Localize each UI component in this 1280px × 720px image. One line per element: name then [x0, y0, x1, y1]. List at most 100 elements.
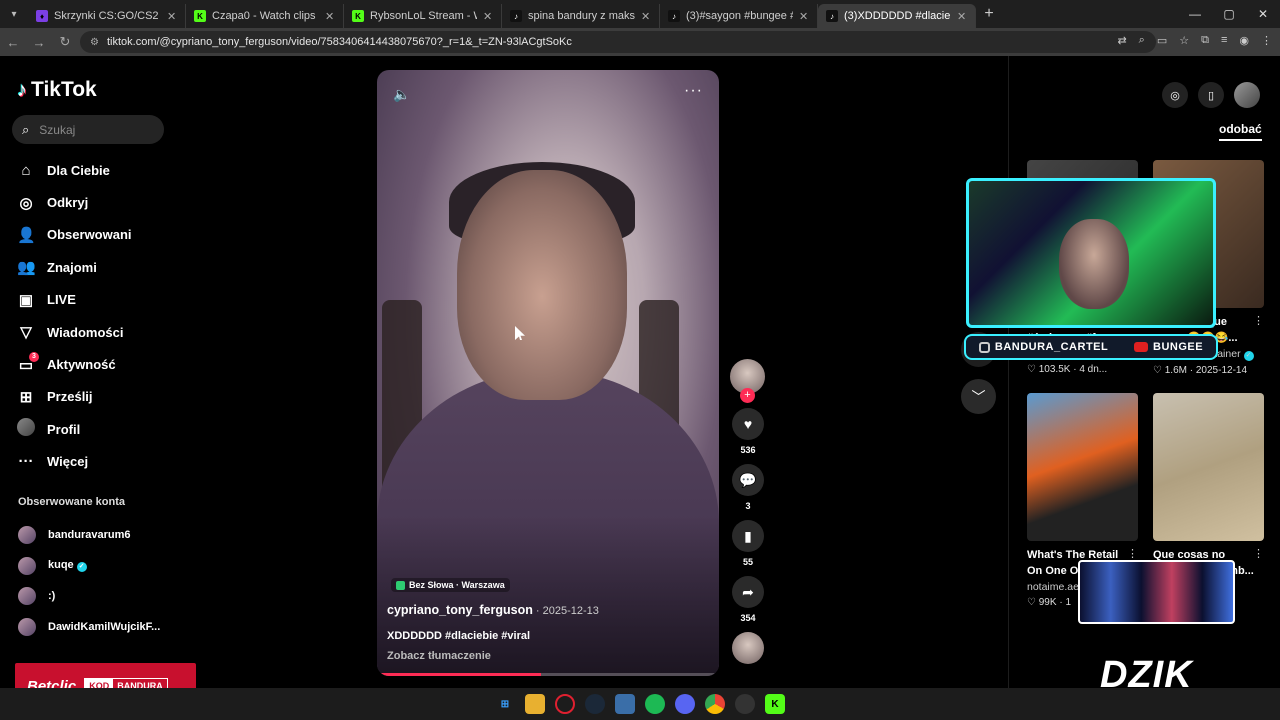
activity-badge: 3 [29, 352, 39, 363]
follow-plus-icon[interactable]: + [740, 388, 755, 403]
video-caption[interactable]: XDDDDDD #dlaciebie #viral [387, 630, 530, 642]
translate-icon[interactable]: ⇄ [1117, 34, 1126, 47]
explore-icon[interactable]: ◎ [1162, 82, 1188, 108]
following-account[interactable]: DawidKamilWujcikF... [18, 612, 160, 643]
url-field[interactable]: ⚙ tiktok.com/@cypriano_tony_ferguson/vid… [80, 31, 1156, 53]
card-more-icon[interactable]: ⋮ [1127, 547, 1138, 560]
extensions-icon[interactable]: ⧉ [1201, 34, 1209, 47]
media-icon[interactable]: ≡ [1221, 34, 1227, 47]
comment-icon[interactable]: 💬 [732, 464, 764, 496]
video-author[interactable]: cypriano_tony_ferguson · 2025-12-13 [387, 603, 599, 617]
video-player[interactable]: 🔈 ··· Bez Słowa · Warszawa cypriano_tony… [377, 70, 719, 676]
site-info-icon[interactable]: ⚙ [90, 37, 99, 48]
back-icon[interactable]: ← [0, 35, 26, 50]
card-date: 2025-12-14 [1195, 365, 1248, 376]
sidebar-item-label: Dla Ciebie [47, 162, 110, 178]
sidebar-item-obserwowani[interactable]: 👤 Obserwowani [17, 219, 167, 251]
steam-icon[interactable] [585, 694, 605, 714]
minimize-icon[interactable]: — [1178, 0, 1212, 28]
sidebar-item-profil[interactable]: Profil [17, 413, 167, 445]
tab-similar[interactable]: odobać [1219, 122, 1262, 141]
sidebar-item-dla-ciebie[interactable]: ⌂ Dla Ciebie [17, 154, 167, 186]
bookmark-icon[interactable]: ▮ [732, 520, 764, 552]
zoom-icon[interactable]: ⌕ [1139, 34, 1145, 47]
card-user[interactable]: notaime.ae [1027, 581, 1079, 593]
avatar [18, 617, 36, 636]
obs-icon[interactable] [735, 694, 755, 714]
like-heart-icon[interactable]: ♥ [732, 408, 764, 440]
sidebar-item-label: Więcej [47, 454, 89, 470]
video-thumbnail[interactable] [1027, 393, 1138, 541]
youtube-icon [1134, 342, 1149, 352]
tab-close-icon[interactable]: ✕ [957, 10, 967, 23]
account-name: :) [48, 590, 56, 603]
tab-close-icon[interactable]: ✕ [167, 10, 177, 23]
monitor-app-icon[interactable] [615, 694, 635, 714]
sidebar-item-label: Wiadomości [47, 324, 124, 340]
video-progress-bar[interactable] [377, 673, 719, 676]
video-more-icon[interactable]: ··· [684, 82, 703, 100]
tab-close-icon[interactable]: ✕ [799, 10, 809, 23]
browser-tab[interactable]: ♦ Skrzynki CS:GO/CS2 | G4Skins C ✕ [28, 4, 186, 28]
file-explorer-icon[interactable] [525, 694, 545, 714]
see-translation-link[interactable]: Zobacz tłumaczenie [387, 650, 491, 662]
card-more-icon[interactable]: ⋮ [1253, 547, 1264, 560]
card-more-icon[interactable]: ⋮ [1253, 314, 1264, 327]
sidebar-item-więcej[interactable]: ··· Więcej [17, 446, 167, 478]
windows-start-icon[interactable]: ⊞ [495, 694, 515, 714]
volume-icon[interactable]: 🔈 [393, 86, 410, 103]
search-box[interactable]: ⌕ [12, 115, 164, 144]
tab-close-icon[interactable]: ✕ [641, 10, 651, 23]
browser-tab[interactable]: ♪ (3)#saygon #bungee #wronek ✕ [660, 4, 818, 28]
close-window-icon[interactable]: ✕ [1246, 0, 1280, 28]
location-tag[interactable]: Bez Słowa · Warszawa [391, 578, 510, 592]
share-icon[interactable]: ➦ [732, 576, 764, 608]
action-rail: + ♥ 536 💬 3 ▮ 55 ➦ 354 [730, 359, 766, 664]
opera-icon[interactable] [555, 694, 575, 714]
sound-avatar[interactable] [732, 632, 764, 664]
sidebar-item-aktywność[interactable]: ▭ Aktywność 3 [17, 348, 167, 380]
kick-icon[interactable]: K [765, 694, 785, 714]
following-account[interactable]: banduravarum6 [18, 520, 160, 551]
browser-tab[interactable]: K Czapa0 - Watch clips on Kick ✕ [186, 4, 344, 28]
tab-close-icon[interactable]: ✕ [483, 10, 493, 23]
sidebar-item-prześlij[interactable]: ⊞ Prześlij [17, 381, 167, 413]
browser-tab[interactable]: ♪ spina bandury z maksymalnie s ✕ [502, 4, 660, 28]
sidebar-item-znajomi[interactable]: 👥 Znajomi [17, 251, 167, 283]
sidebar-item-live[interactable]: ▣ LIVE [17, 284, 167, 316]
sidebar-item-wiadomości[interactable]: ▽ Wiadomości [17, 316, 167, 348]
browser-tab[interactable]: K RybsonLoL Stream - Watch Live ✕ [344, 4, 502, 28]
tab-title: (3)#saygon #bungee #wronek [686, 10, 793, 22]
browser-tab-bar: ▾ ♦ Skrzynki CS:GO/CS2 | G4Skins C ✕ K Czapa… [0, 0, 1280, 28]
stream-webcam-overlay: BANDURA_CARTEL BUNGEE [946, 176, 1242, 362]
tab-title: Czapa0 - Watch clips on Kick [212, 10, 319, 22]
spotify-icon[interactable] [645, 694, 665, 714]
sidebar-item-label: LIVE [47, 292, 76, 308]
sidebar-item-odkryj[interactable]: ◎ Odkryj [17, 186, 167, 218]
maximize-icon[interactable]: ▢ [1212, 0, 1246, 28]
new-tab-button[interactable]: + [976, 5, 1002, 23]
next-video-button[interactable]: ﹀ [961, 379, 996, 414]
cast-icon[interactable]: ▭ [1157, 34, 1167, 47]
tab-close-icon[interactable]: ✕ [325, 10, 335, 23]
reload-icon[interactable]: ↻ [52, 34, 78, 50]
following-account[interactable]: kuqe ✓ [18, 551, 160, 582]
video-thumbnail[interactable] [1153, 393, 1264, 541]
chrome-icon[interactable] [705, 694, 725, 714]
bookmark-star-icon[interactable]: ☆ [1179, 34, 1189, 47]
tab-search-icon[interactable]: ▾ [0, 0, 28, 28]
search-input[interactable] [39, 122, 140, 137]
tab-title: RybsonLoL Stream - Watch Live [370, 10, 477, 22]
tab-title: Skrzynki CS:GO/CS2 | G4Skins C [54, 10, 161, 22]
creator-avatar[interactable]: + [730, 359, 765, 403]
tiktok-logo[interactable]: ♪ TikTok [17, 78, 97, 102]
following-account[interactable]: :) [18, 581, 160, 612]
account-icon[interactable]: ◉ [1239, 34, 1249, 47]
browser-tab[interactable]: ♪ (3)XDDDDDD #dlaciebie # ✕ [818, 4, 976, 28]
forward-icon[interactable]: → [26, 35, 52, 50]
user-avatar[interactable] [1234, 82, 1260, 108]
device-icon[interactable]: ▯ [1198, 82, 1224, 108]
menu-icon[interactable]: ⋮ [1261, 34, 1272, 47]
sidebar-item-label: Znajomi [47, 259, 97, 275]
discord-icon[interactable] [675, 694, 695, 714]
